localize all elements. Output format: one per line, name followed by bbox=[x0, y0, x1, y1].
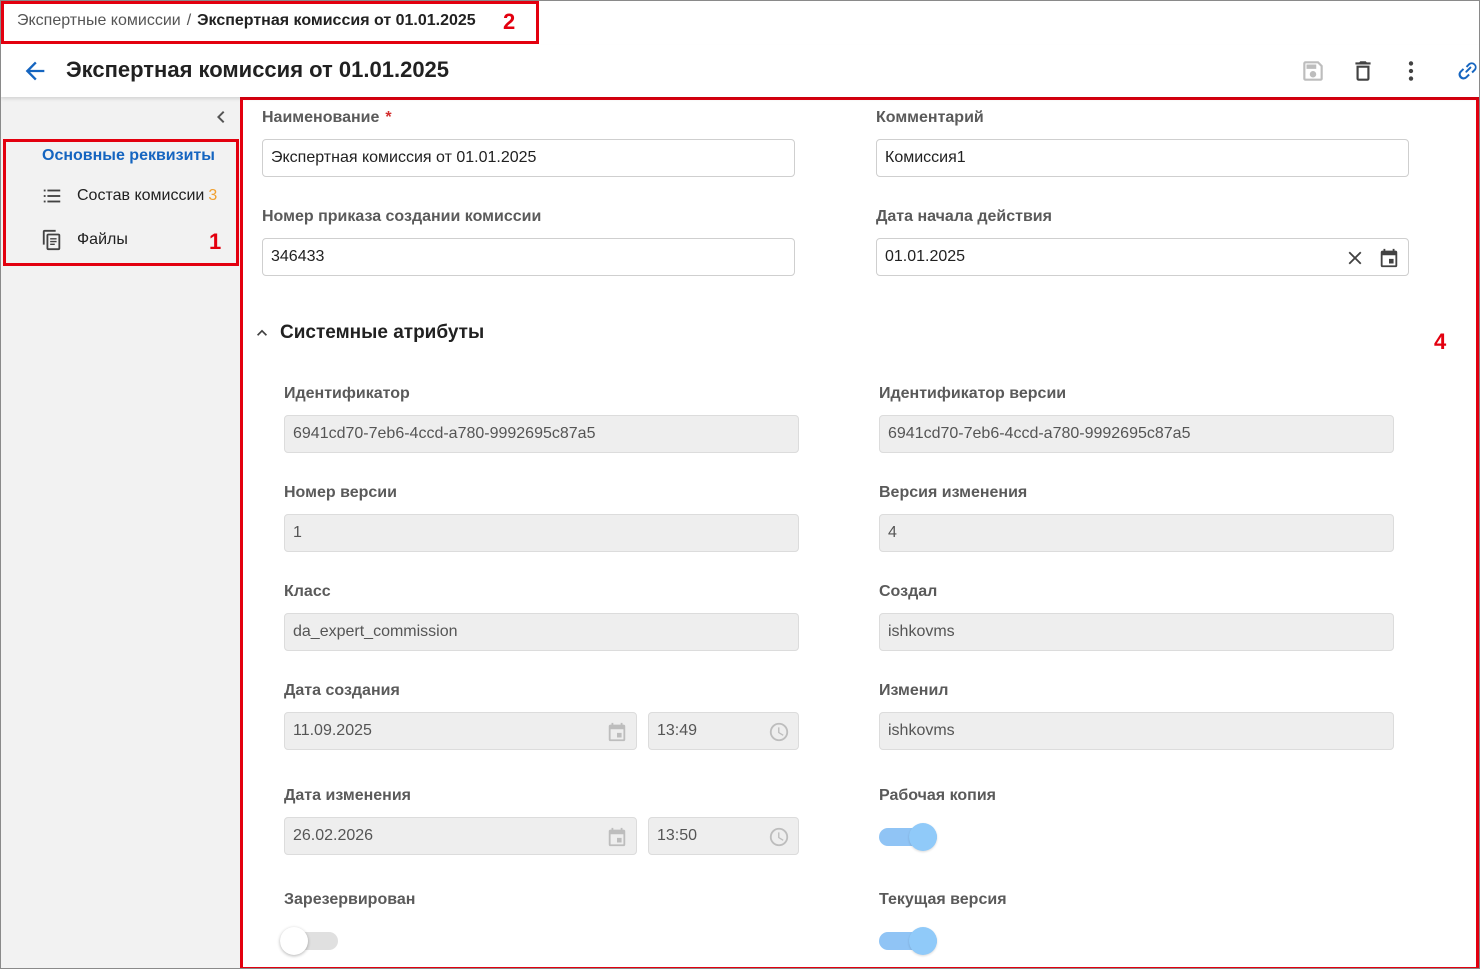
version-identifier-label: Идентификатор версии bbox=[879, 385, 1067, 402]
created-date-value: 11.09.2025 bbox=[293, 722, 372, 739]
list-icon bbox=[43, 189, 61, 203]
working-copy-toggle[interactable] bbox=[879, 821, 939, 851]
version-identifier-field: 6941cd70-7eb6-4ccd-a780-9992695c87a5 bbox=[879, 415, 1394, 453]
more-vert-icon bbox=[1408, 61, 1414, 81]
sidebar-item-label: Файлы bbox=[77, 231, 128, 248]
toggle-knob bbox=[909, 823, 937, 851]
identifier-label: Идентификатор bbox=[284, 385, 410, 402]
created-by-label: Создал bbox=[879, 583, 938, 600]
details-form: Наименование * Экспертная комиссия от 01.… bbox=[242, 97, 1479, 968]
modified-by-label: Изменил bbox=[879, 682, 949, 699]
sidebar-item-label: Состав комиссии 3 bbox=[77, 187, 218, 204]
system-attributes-toggle[interactable]: Системные атрибуты bbox=[252, 322, 484, 344]
working-copy-label: Рабочая копия bbox=[879, 787, 996, 804]
required-mark: * bbox=[385, 109, 392, 126]
calendar-icon[interactable] bbox=[1378, 247, 1400, 269]
annotation-number: 4 bbox=[1434, 329, 1447, 354]
modified-time-field: 13:50 bbox=[648, 817, 799, 855]
arrow-left-icon bbox=[25, 61, 45, 81]
clear-icon[interactable] bbox=[1344, 247, 1366, 269]
delete-button[interactable] bbox=[1349, 57, 1377, 85]
modified-by-field: ishkovms bbox=[879, 712, 1394, 750]
annotation-number: 1 bbox=[209, 229, 222, 254]
link-icon bbox=[1458, 62, 1477, 80]
breadcrumb-parent-link[interactable]: Экспертные комиссии bbox=[17, 12, 181, 30]
sidebar-item-files[interactable]: Файлы bbox=[41, 229, 128, 251]
annotation-number: 2 bbox=[503, 9, 516, 34]
class-field: da_expert_commission bbox=[284, 613, 799, 651]
document-icon bbox=[42, 229, 61, 251]
created-date-field: 11.09.2025 bbox=[284, 712, 637, 750]
copy-link-button[interactable] bbox=[1453, 57, 1479, 85]
change-version-field: 4 bbox=[879, 514, 1394, 552]
comment-label: Комментарий bbox=[876, 109, 984, 126]
chevron-up-icon bbox=[257, 329, 267, 336]
name-label: Наименование * bbox=[262, 109, 392, 126]
created-by-field: ishkovms bbox=[879, 613, 1394, 651]
current-version-toggle[interactable] bbox=[879, 925, 939, 955]
clock-icon bbox=[769, 722, 789, 742]
modified-date-label: Дата изменения bbox=[284, 787, 411, 804]
identifier-field: 6941cd70-7eb6-4ccd-a780-9992695c87a5 bbox=[284, 415, 799, 453]
start-date-value: 01.01.2025 bbox=[885, 248, 966, 265]
save-icon bbox=[1303, 61, 1323, 81]
trash-icon bbox=[1355, 61, 1371, 81]
current-version-label: Текущая версия bbox=[879, 891, 1007, 908]
breadcrumb-separator: / bbox=[186, 12, 192, 29]
page-title: Экспертная комиссия от 01.01.2025 bbox=[66, 57, 450, 82]
sidebar-item-commission-members[interactable]: Состав комиссии 3 bbox=[41, 185, 217, 207]
back-button[interactable] bbox=[21, 57, 49, 85]
calendar-icon bbox=[608, 722, 626, 742]
clock-icon bbox=[769, 827, 789, 847]
breadcrumb-current: Экспертная комиссия от 01.01.2025 bbox=[197, 12, 476, 29]
chevron-left-icon bbox=[217, 111, 225, 123]
change-version-label: Версия изменения bbox=[879, 484, 1028, 501]
order-number-label: Номер приказа создании комиссии bbox=[262, 208, 542, 225]
page: Экспертные комиссии / Экспертная комисси… bbox=[0, 0, 1480, 969]
toggle-knob bbox=[909, 927, 937, 955]
count-badge: 3 bbox=[208, 187, 218, 204]
collapse-sidebar-button[interactable] bbox=[209, 105, 233, 129]
reserved-label: Зарезервирован bbox=[284, 891, 416, 908]
created-time-field: 13:49 bbox=[648, 712, 799, 750]
start-date-label: Дата начала действия bbox=[876, 208, 1052, 225]
sidebar: Основные реквизиты Состав комиссии 3 Файл… bbox=[1, 97, 241, 968]
name-field[interactable]: Экспертная комиссия от 01.01.2025 bbox=[262, 139, 795, 177]
reserved-toggle[interactable] bbox=[280, 925, 340, 955]
system-attributes-title: Системные атрибуты bbox=[280, 322, 485, 343]
modified-date-field: 26.02.2026 bbox=[284, 817, 637, 855]
more-button[interactable] bbox=[1397, 57, 1425, 85]
save-button[interactable] bbox=[1299, 57, 1327, 85]
modified-date-value: 26.02.2026 bbox=[293, 827, 374, 844]
modified-time-value: 13:50 bbox=[657, 827, 698, 844]
page-header: Экспертная комиссия от 01.01.2025 bbox=[1, 45, 1479, 97]
sidebar-item-main-details[interactable]: Основные реквизиты bbox=[42, 147, 215, 165]
comment-field[interactable]: Комиссия1 bbox=[876, 139, 1409, 177]
calendar-icon bbox=[608, 827, 626, 847]
order-number-field[interactable]: 346433 bbox=[262, 238, 795, 276]
version-number-field: 1 bbox=[284, 514, 799, 552]
toggle-knob bbox=[280, 927, 308, 955]
version-number-label: Номер версии bbox=[284, 484, 397, 501]
class-label: Класс bbox=[284, 583, 331, 600]
breadcrumb: Экспертные комиссии / Экспертная комисси… bbox=[17, 12, 476, 30]
start-date-field[interactable]: 01.01.2025 bbox=[876, 238, 1409, 276]
created-date-label: Дата создания bbox=[284, 682, 400, 699]
created-time-value: 13:49 bbox=[657, 722, 698, 739]
